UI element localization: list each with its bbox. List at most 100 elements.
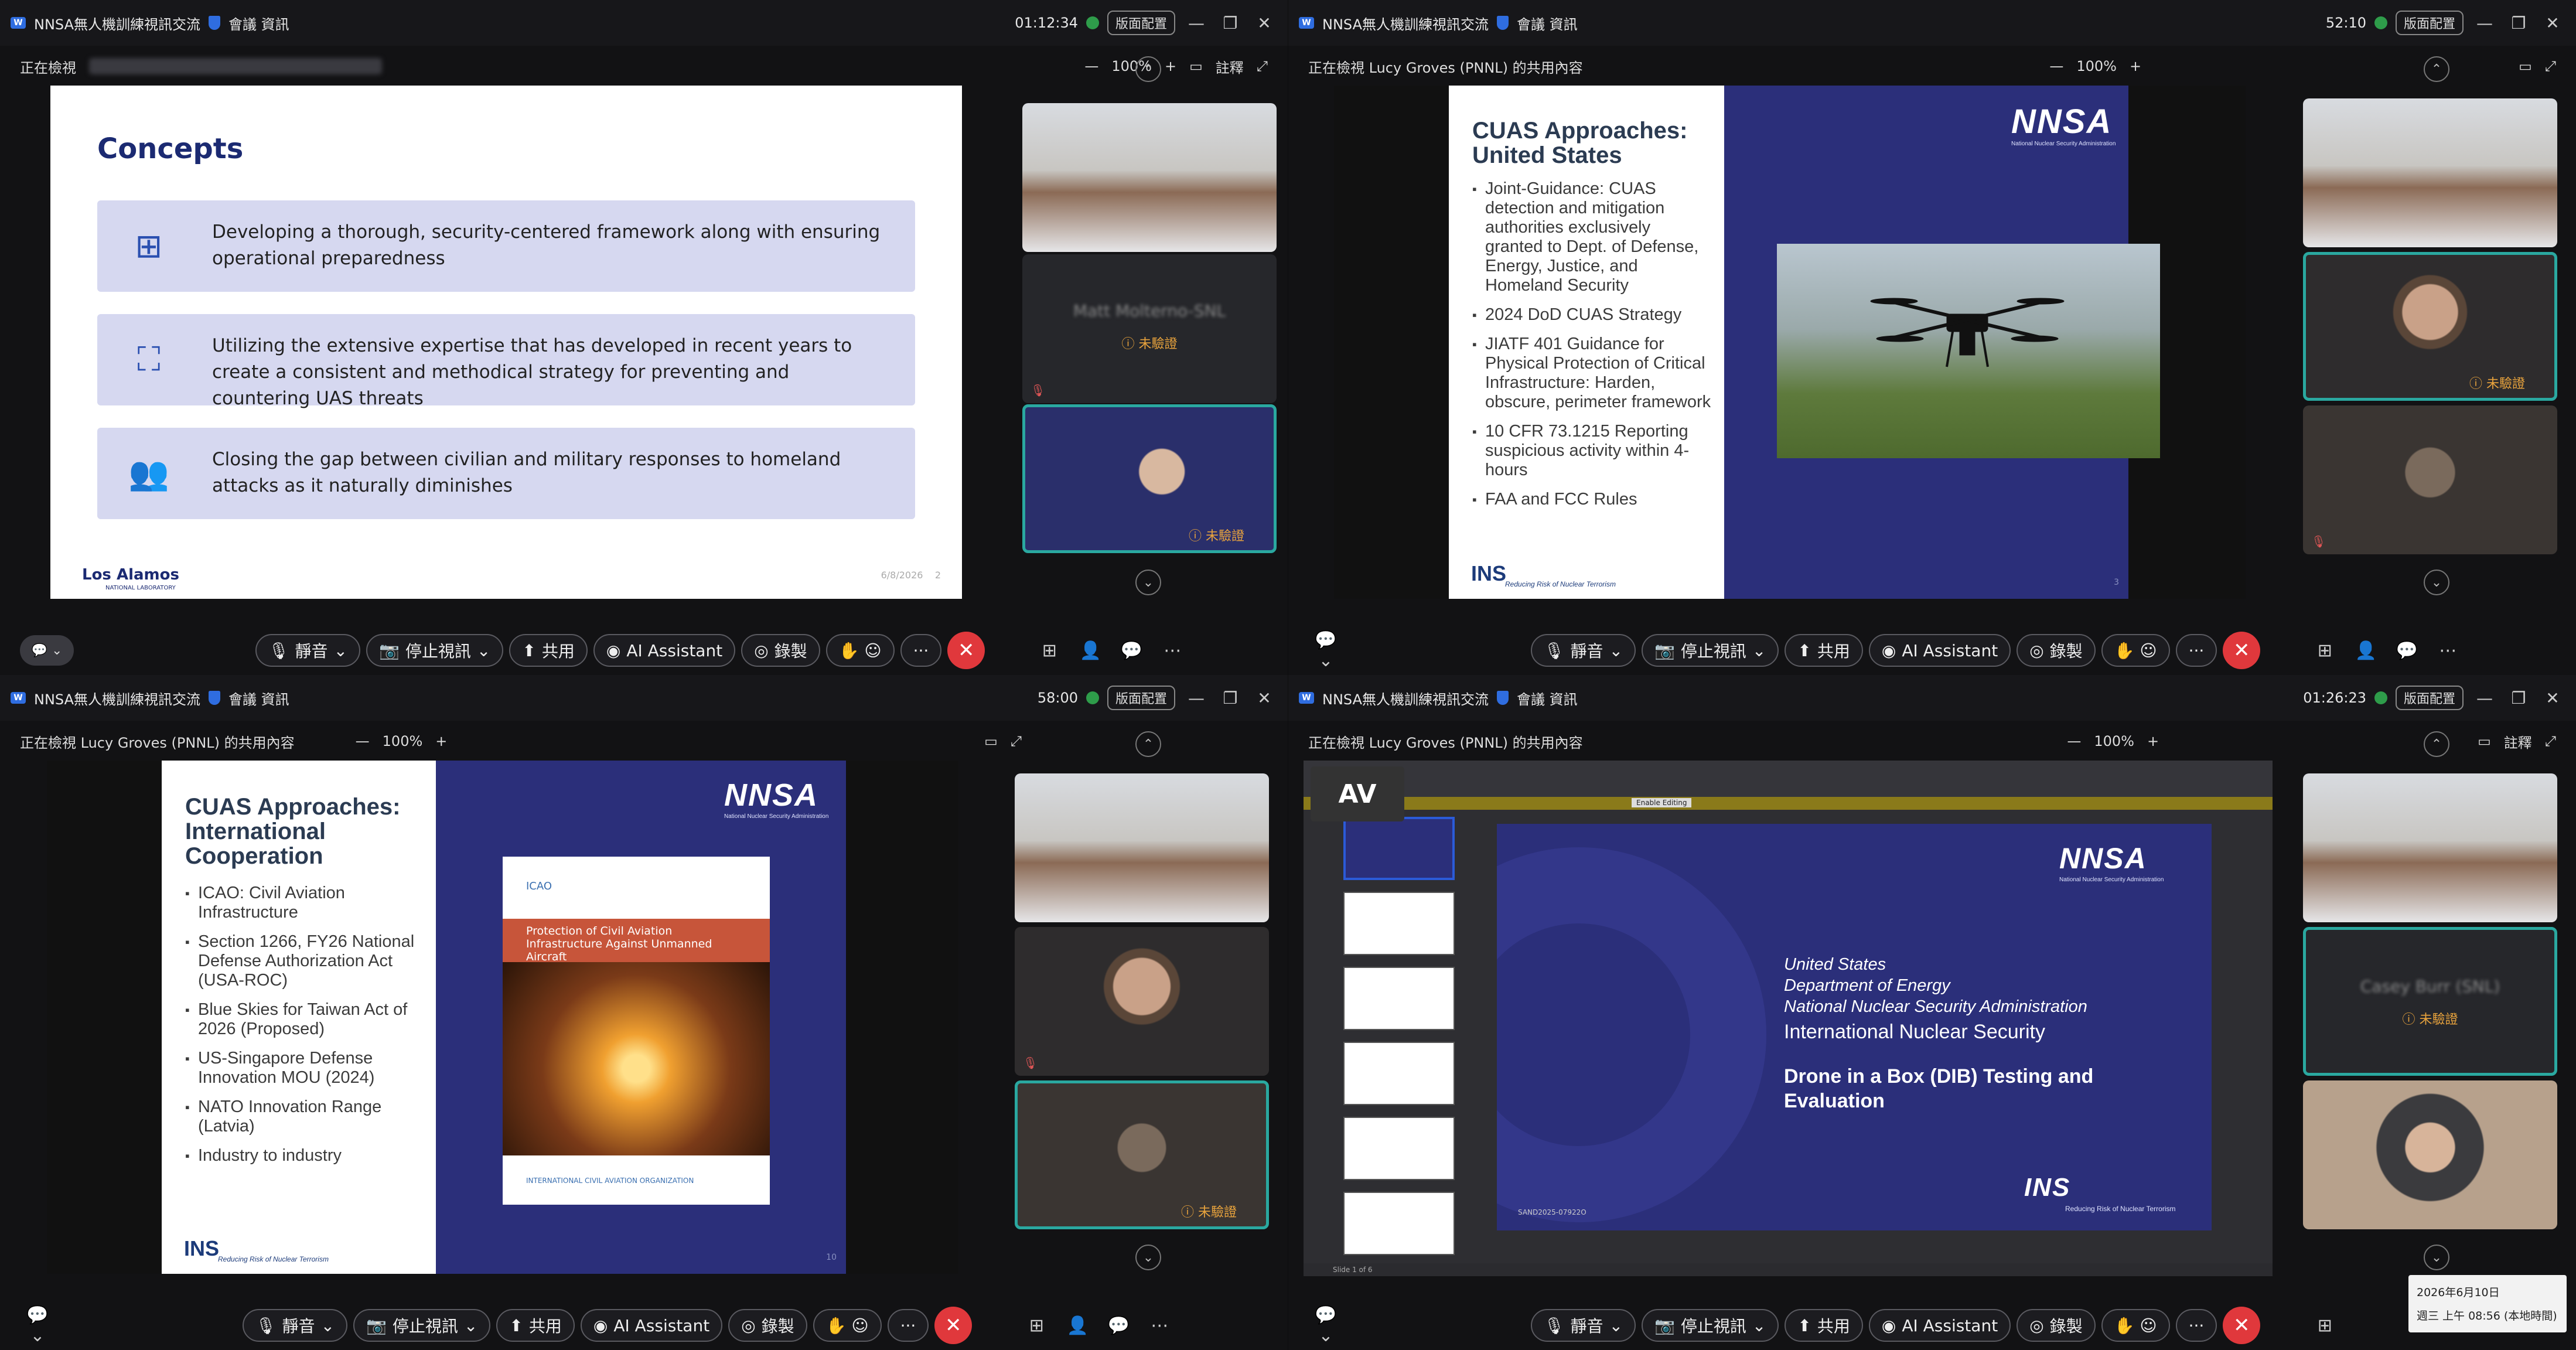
video-tile-2[interactable]: Matt Molterno-SNL ⓘ 未驗證 🎙 — [1022, 254, 1277, 403]
more-options-icon[interactable]: ⋯ — [1155, 640, 1190, 661]
video-tile-speaker[interactable]: ⓘ 未驗證 — [1015, 1080, 1269, 1229]
expand-icon[interactable]: ⤢ — [1011, 733, 1022, 749]
zoom-level[interactable]: 100% — [383, 733, 423, 749]
zoom-level[interactable]: 100% — [2094, 733, 2134, 749]
scroll-down-icon[interactable]: ⌄ — [2424, 570, 2449, 595]
reactions-button[interactable]: 💬 ⌄ — [20, 1305, 55, 1346]
zoom-out-button[interactable]: — — [1084, 58, 1098, 74]
stop-video-button[interactable]: 📷 停止視訊 ⌄ — [353, 1309, 491, 1342]
more-options-icon[interactable]: ⋯ — [2430, 640, 2465, 661]
video-tile-3[interactable]: 🎙 — [2303, 405, 2557, 554]
video-tile-room[interactable] — [2303, 98, 2557, 247]
stop-video-button[interactable]: 📷 停止視訊 ⌄ — [1642, 634, 1779, 667]
chat-icon[interactable]: 💬 — [1101, 1315, 1136, 1336]
annotate-button[interactable]: 註釋 — [1216, 56, 1244, 77]
layout-button[interactable]: 版面配置 — [2395, 686, 2464, 710]
more-button[interactable]: ··· — [900, 634, 942, 667]
video-tile-room[interactable] — [2303, 773, 2557, 922]
layout-button[interactable]: 版面配置 — [1107, 11, 1175, 35]
zoom-in-button[interactable]: + — [2147, 733, 2159, 749]
raise-hand-button[interactable]: ✋ ☺ — [813, 1309, 882, 1342]
apps-icon[interactable]: ⊞ — [1032, 640, 1067, 661]
screen-icon[interactable]: ▭ — [2478, 733, 2491, 749]
end-call-button[interactable]: ✕ — [2223, 1307, 2261, 1344]
zoom-in-button[interactable]: + — [435, 733, 447, 749]
raise-hand-button[interactable]: ✋ ☺ — [2101, 1309, 2170, 1342]
reactions-button[interactable]: 💬 ⌄ — [1308, 1305, 1343, 1346]
video-tile-2[interactable]: Casey Burr (SNL) ⓘ 未驗證 — [2303, 927, 2557, 1076]
meeting-info-link[interactable]: 會議 資訊 — [228, 688, 289, 708]
apps-icon[interactable]: ⊞ — [2307, 640, 2342, 661]
mute-button[interactable]: 🎙 靜音 ⌄ — [243, 1309, 348, 1342]
restore-icon[interactable]: ❐ — [1217, 13, 1243, 33]
enable-editing-button[interactable]: Enable Editing — [1632, 798, 1692, 807]
annotate-button[interactable]: 註釋 — [2504, 731, 2532, 752]
mute-button[interactable]: 🎙 靜音 ⌄ — [255, 634, 361, 667]
ai-assistant-button[interactable]: ◉ AI Assistant — [580, 1309, 723, 1342]
stop-video-button[interactable]: 📷 停止視訊 ⌄ — [366, 634, 504, 667]
slide-thumbnail-5[interactable] — [1343, 1117, 1455, 1180]
scroll-down-icon[interactable]: ⌄ — [1135, 1245, 1161, 1270]
close-icon[interactable]: ✕ — [1251, 13, 1277, 33]
share-button[interactable]: ⬆ 共用 — [1785, 634, 1863, 667]
record-button[interactable]: ◎ 錄製 — [741, 634, 820, 667]
close-icon[interactable]: ✕ — [2540, 13, 2565, 33]
slide-thumbnail-1[interactable] — [1343, 817, 1455, 880]
video-tile-3[interactable] — [2303, 1080, 2557, 1229]
end-call-button[interactable]: ✕ — [2223, 632, 2261, 669]
end-call-button[interactable]: ✕ — [947, 632, 985, 669]
minimize-icon[interactable]: — — [1183, 13, 1209, 33]
participants-icon[interactable]: 👤 — [2348, 640, 2383, 661]
layout-button[interactable]: 版面配置 — [1107, 686, 1175, 710]
more-button[interactable]: ··· — [2175, 634, 2217, 667]
mute-button[interactable]: 🎙 靜音 ⌄ — [1531, 634, 1636, 667]
zoom-level[interactable]: 100% — [2076, 58, 2117, 74]
apps-icon[interactable]: ⊞ — [2307, 1315, 2342, 1336]
meeting-info-link[interactable]: 會議 資訊 — [1517, 13, 1578, 33]
scroll-up-icon[interactable]: ⌃ — [1135, 731, 1161, 757]
ai-assistant-button[interactable]: ◉ AI Assistant — [1868, 1309, 2011, 1342]
share-button[interactable]: ⬆ 共用 — [496, 1309, 575, 1342]
expand-icon[interactable]: ⤢ — [1257, 58, 1268, 74]
chat-icon[interactable]: 💬 — [2389, 640, 2424, 661]
scroll-down-icon[interactable]: ⌄ — [2424, 1245, 2449, 1270]
ai-assistant-button[interactable]: ◉ AI Assistant — [593, 634, 736, 667]
video-tile-speaker[interactable]: ⓘ 未驗證 — [2303, 252, 2557, 401]
apps-icon[interactable]: ⊞ — [1019, 1315, 1054, 1336]
expand-icon[interactable]: ⤢ — [2545, 733, 2556, 749]
video-tile-2[interactable]: 🎙 — [1015, 927, 1269, 1076]
meeting-info-link[interactable]: 會議 資訊 — [1517, 688, 1578, 708]
scroll-down-icon[interactable]: ⌄ — [1135, 570, 1161, 595]
video-tile-room[interactable] — [1022, 103, 1277, 252]
reactions-button[interactable]: 💬 ⌄ — [20, 635, 74, 666]
share-button[interactable]: ⬆ 共用 — [509, 634, 588, 667]
record-button[interactable]: ◎ 錄製 — [2017, 634, 2096, 667]
record-button[interactable]: ◎ 錄製 — [728, 1309, 807, 1342]
slide-thumbnail-2[interactable] — [1343, 892, 1455, 955]
zoom-out-button[interactable]: — — [356, 733, 370, 749]
zoom-out-button[interactable]: — — [2067, 733, 2081, 749]
more-button[interactable]: ··· — [2175, 1309, 2217, 1342]
slide-thumbnail-4[interactable] — [1343, 1042, 1455, 1105]
minimize-icon[interactable]: — — [1183, 688, 1209, 708]
mute-button[interactable]: 🎙 靜音 ⌄ — [1531, 1309, 1636, 1342]
restore-icon[interactable]: ❐ — [2506, 13, 2531, 33]
layout-button[interactable]: 版面配置 — [2395, 11, 2464, 35]
close-icon[interactable]: ✕ — [2540, 688, 2565, 708]
expand-icon[interactable]: ⤢ — [2545, 58, 2556, 74]
screen-icon[interactable]: ▭ — [2519, 58, 2532, 74]
zoom-in-button[interactable]: + — [2130, 58, 2141, 74]
stop-video-button[interactable]: 📷 停止視訊 ⌄ — [1642, 1309, 1779, 1342]
chat-icon[interactable]: 💬 — [1114, 640, 1149, 661]
slide-thumbnail-6[interactable] — [1343, 1192, 1455, 1255]
zoom-out-button[interactable]: — — [2049, 58, 2063, 74]
scroll-up-icon[interactable]: ⌃ — [1135, 56, 1161, 82]
close-icon[interactable]: ✕ — [1251, 688, 1277, 708]
meeting-info-link[interactable]: 會議 資訊 — [228, 13, 289, 33]
restore-icon[interactable]: ❐ — [1217, 688, 1243, 708]
slide-thumbnail-3[interactable] — [1343, 967, 1455, 1030]
end-call-button[interactable]: ✕ — [934, 1307, 973, 1344]
share-button[interactable]: ⬆ 共用 — [1785, 1309, 1863, 1342]
more-options-icon[interactable]: ⋯ — [1142, 1315, 1177, 1336]
raise-hand-button[interactable]: ✋ ☺ — [825, 634, 895, 667]
